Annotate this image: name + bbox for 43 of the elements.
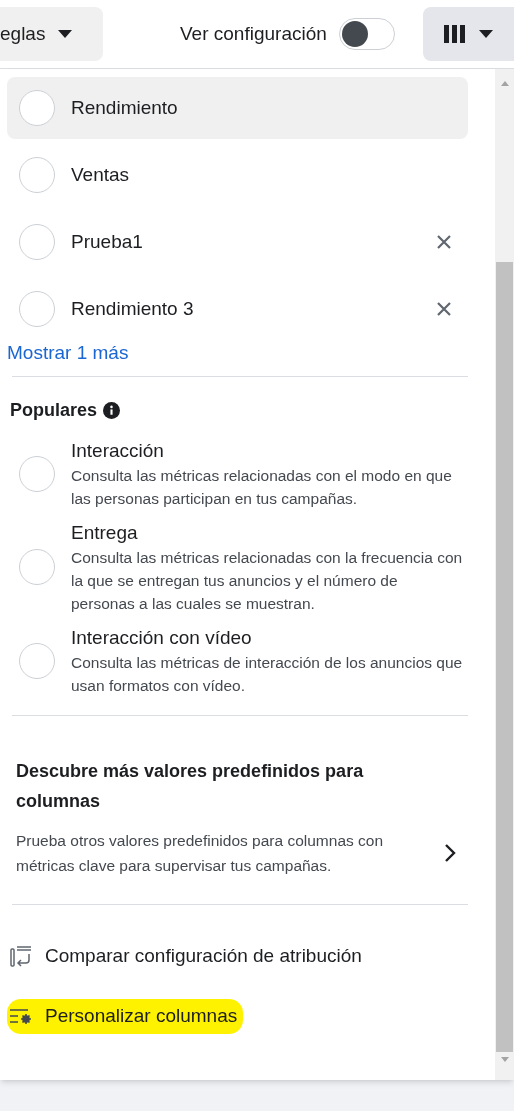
preset-option[interactable]: Rendimiento <box>7 77 468 139</box>
chevron-right-icon <box>444 842 456 863</box>
preset-option[interactable]: Rendimiento 3 <box>7 278 468 340</box>
scroll-up-icon[interactable] <box>499 79 510 87</box>
scroll-down-icon[interactable] <box>499 1056 510 1064</box>
close-icon[interactable] <box>436 301 452 317</box>
preset-option[interactable]: Ventas <box>7 144 468 206</box>
info-icon <box>103 401 121 419</box>
radio-button[interactable] <box>19 224 55 260</box>
menu-action[interactable]: Personalizar columnas <box>7 999 244 1034</box>
preset-label: Rendimiento <box>71 95 178 120</box>
settings-label: Ver configuración <box>180 21 327 46</box>
menu-action[interactable]: Comparar configuración de atribución <box>7 938 368 973</box>
caret-icon <box>477 29 494 39</box>
section-title: Populares <box>10 398 98 422</box>
show-more-link[interactable]: Mostrar 1 más <box>7 339 129 368</box>
discover-title: Descubre más valores predefinidos para columnas <box>15 759 365 813</box>
radio-button[interactable] <box>19 291 55 327</box>
option-description: Consulta las métricas de interacción de los anuncios que usan formatos con vídeo. <box>71 652 463 696</box>
preset-option[interactable]: Prueba1 <box>7 211 468 273</box>
option-title: Entrega <box>71 520 139 545</box>
radio-button[interactable] <box>19 90 55 126</box>
columns-dropdown-button[interactable] <box>423 7 514 61</box>
compare-icon <box>9 943 33 968</box>
radio-button[interactable] <box>19 549 55 585</box>
settings-icon <box>9 1006 33 1027</box>
option-description: Consulta las métricas relacionadas con el modo en que las personas participan en tus campañas. <box>71 465 453 509</box>
settings-toggle[interactable] <box>338 18 395 50</box>
discover-option[interactable]: Prueba otros valores predefinidos para columnas con métricas clave para supervisar tus campañas. <box>7 827 468 878</box>
caret-icon <box>57 29 74 39</box>
preset-label: Ventas <box>71 162 130 187</box>
radio-button[interactable] <box>19 455 55 492</box>
radio-button[interactable] <box>19 157 55 193</box>
option-description: Consulta las métricas relacionadas con la frecuencia con la que se entregan tus anuncios y el número de personas a las cuales se muestran. <box>71 547 463 614</box>
preset-label: Prueba1 <box>71 229 143 254</box>
columns-icon <box>443 25 466 43</box>
rules-dropdown-button[interactable]: eglas <box>0 7 103 61</box>
scrollbar[interactable] <box>495 69 514 1080</box>
preset-label: Rendimiento 3 <box>71 296 194 321</box>
option-title: Interacción con vídeo <box>71 625 253 650</box>
option-title: Interacción <box>71 438 165 463</box>
radio-button[interactable] <box>19 642 55 679</box>
close-icon[interactable] <box>436 234 452 250</box>
